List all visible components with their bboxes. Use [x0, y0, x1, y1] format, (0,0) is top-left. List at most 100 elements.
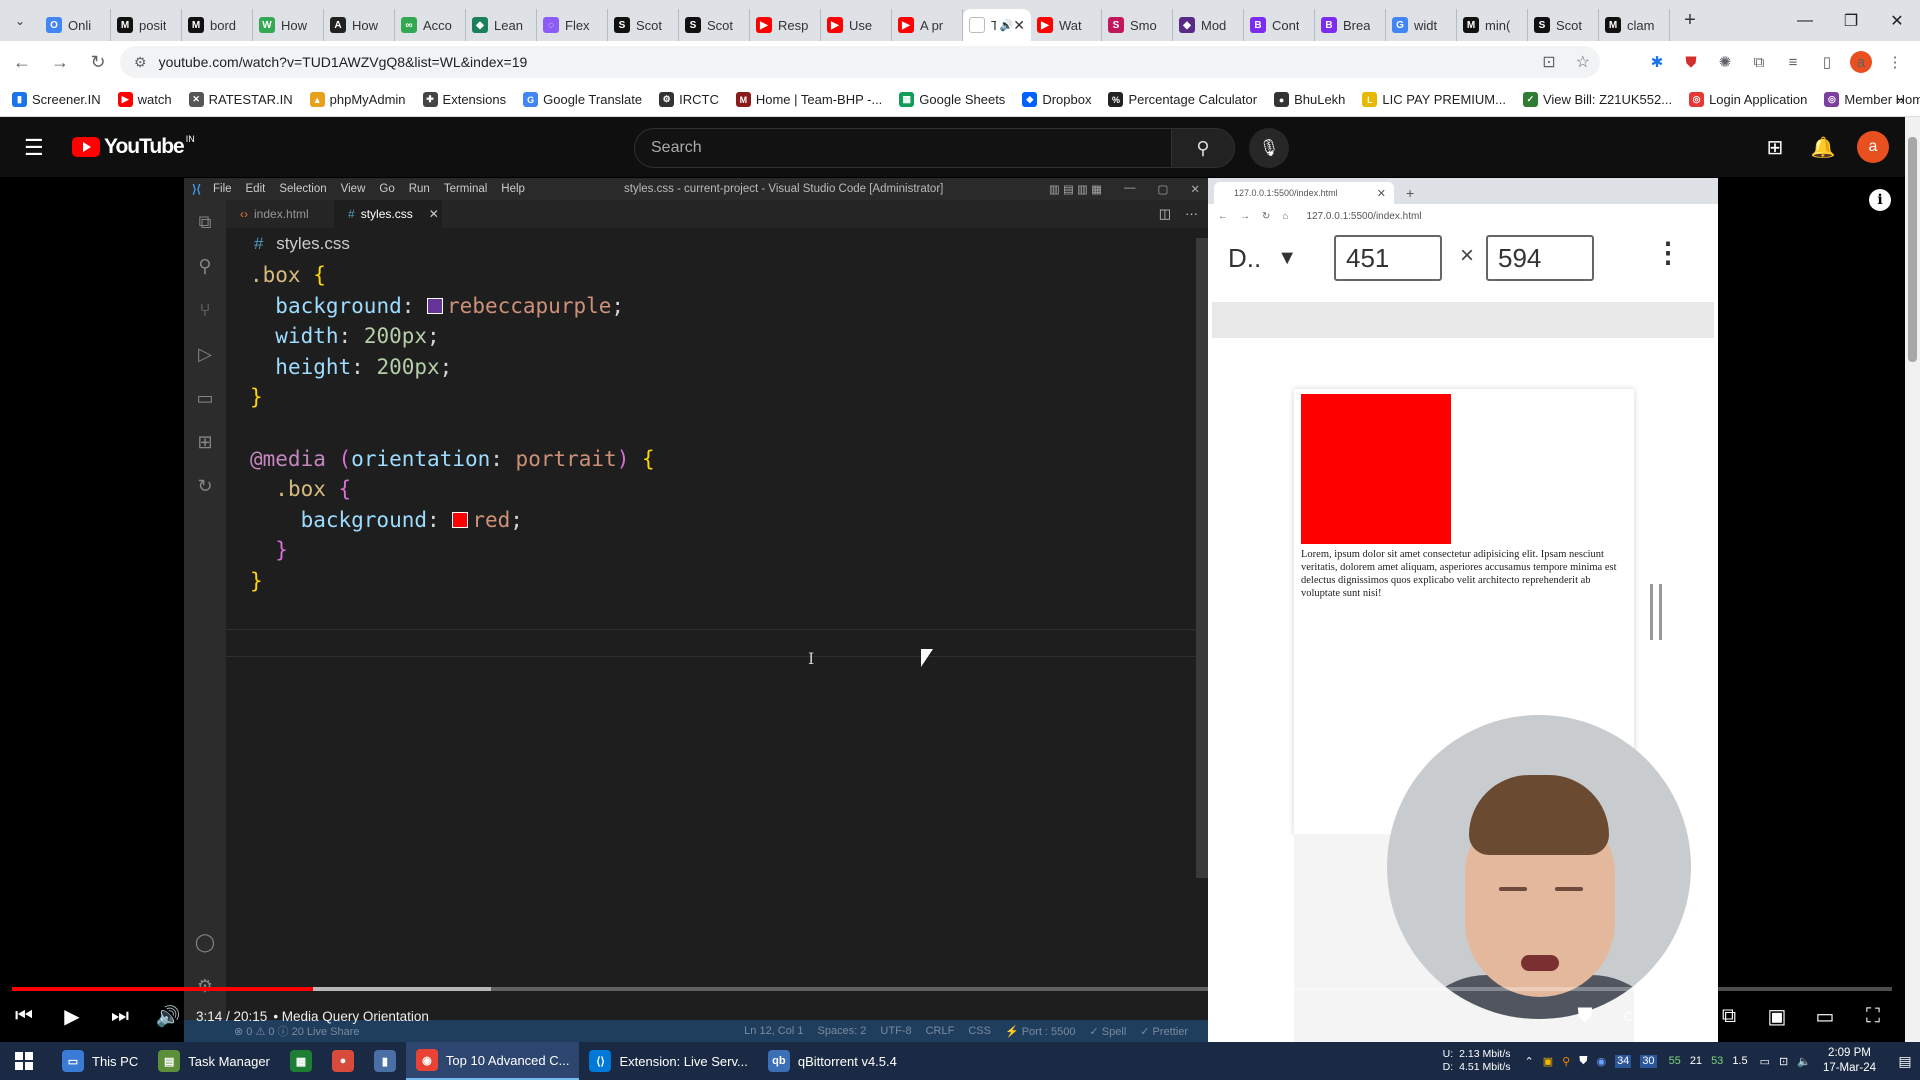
tray-number[interactable]: 55 [1669, 1055, 1681, 1067]
video-progress-bar[interactable] [12, 987, 1892, 991]
scrollbar-thumb[interactable] [1908, 137, 1917, 362]
bookmark-item[interactable]: ▶ watch [117, 92, 172, 107]
address-bar[interactable]: ⚙ youtube.com/watch?v=TUD1AWZVgQ8&list=W… [120, 46, 1600, 78]
media-control-icon[interactable]: ≡ [1782, 51, 1804, 73]
start-button[interactable] [0, 1042, 48, 1080]
previous-icon[interactable]: ⏮ [0, 995, 48, 1037]
tray-calendar-icon[interactable]: 34 [1615, 1054, 1632, 1068]
browser-tab[interactable]: Mbord [182, 9, 253, 41]
browser-tab[interactable]: Mmin( [1457, 9, 1528, 41]
browser-tab[interactable]: Gwidt [1386, 9, 1457, 41]
voice-search-microphone-icon[interactable]: 🎙 [1249, 128, 1289, 168]
chrome-menu-icon[interactable]: ⋮ [1884, 51, 1906, 73]
battery-icon[interactable]: ▭ [1760, 1055, 1770, 1068]
browser-tab[interactable]: Mposit [111, 9, 182, 41]
show-hidden-icons-icon[interactable]: ⌃ [1525, 1055, 1534, 1068]
tray-app-icon[interactable]: ▣ [1543, 1055, 1553, 1068]
theater-mode-icon[interactable]: ▭ [1801, 995, 1849, 1037]
bookmark-star-icon[interactable]: ☆ [1576, 52, 1590, 72]
bookmark-item[interactable]: ✕ RATESTAR.IN [188, 92, 293, 107]
browser-tab[interactable]: Mclam [1599, 9, 1670, 41]
video-player[interactable]: ⟩⟨ File Edit Selection View Go Run Terminal Hel… [0, 177, 1905, 1042]
bookmark-item[interactable]: % Percentage Calculator [1108, 92, 1257, 107]
tray-shield-icon[interactable]: ⛊ [1579, 1055, 1587, 1068]
search-button[interactable]: ⚲ [1171, 128, 1235, 168]
tab-search-chevron-icon[interactable]: ⌄ [0, 0, 40, 41]
fullscreen-icon[interactable]: ⛶ [1849, 995, 1897, 1037]
browser-tab[interactable]: ▶ Use [821, 9, 892, 41]
tray-calendar-icon[interactable]: 30 [1640, 1054, 1657, 1068]
tray-number[interactable]: 1.5 [1732, 1055, 1747, 1067]
browser-tab[interactable]: ◆ Mod [1173, 9, 1244, 41]
back-icon[interactable]: ← [6, 46, 38, 78]
browser-tab[interactable]: ◆ Lean [466, 9, 537, 41]
clock[interactable]: 2:09 PM 17-Mar-24 [1823, 1046, 1876, 1076]
profile-avatar[interactable]: a [1850, 51, 1872, 73]
browser-tab[interactable]: W How [253, 9, 324, 41]
settings-gear-icon[interactable]: ⚙ [1657, 995, 1705, 1037]
close-tab-icon[interactable]: ✕ [1013, 17, 1025, 34]
taskbar-app[interactable]: ◉ Top 10 Advanced C... [405, 1042, 580, 1080]
browser-tab[interactable]: S Scot [679, 9, 750, 41]
subtitles-cc-icon[interactable]: CC [1609, 995, 1657, 1037]
tab-audio-icon[interactable]: 🔊 [1000, 19, 1014, 32]
youtube-logo[interactable]: YouTube IN [72, 134, 195, 159]
taskbar-app[interactable]: ▦ [280, 1042, 322, 1080]
restore-icon[interactable]: ❐ [1828, 0, 1874, 41]
browser-tab[interactable]: O Onli [40, 9, 111, 41]
side-panel-icon[interactable]: ▯ [1816, 51, 1838, 73]
new-tab-button[interactable]: + [1670, 5, 1710, 37]
network-icon[interactable]: ⊡ [1779, 1055, 1788, 1068]
install-app-icon[interactable]: ⊡ [1542, 52, 1555, 72]
page-scrollbar[interactable] [1905, 117, 1920, 1042]
shield-extension-icon[interactable]: ⛊ [1680, 51, 1702, 73]
puzzle-icon[interactable]: ⧉ [1748, 51, 1770, 73]
volume-icon[interactable]: 🔊 [144, 995, 192, 1037]
bookmark-item[interactable]: ◆ Dropbox [1022, 92, 1091, 107]
bug-extension-icon[interactable]: ✺ [1714, 51, 1736, 73]
video-info-icon[interactable]: i [1869, 189, 1891, 211]
close-window-icon[interactable]: ✕ [1874, 0, 1920, 41]
bookmark-item[interactable]: ● BhuLekh [1274, 92, 1345, 107]
taskbar-app[interactable]: ▭ This PC [52, 1042, 148, 1080]
browser-tab[interactable]: S Scot [608, 9, 679, 41]
tray-search-icon[interactable]: ⚲ [1562, 1055, 1570, 1068]
minimize-icon[interactable]: — [1782, 0, 1828, 41]
browser-tab[interactable]: Tc 🔊✕ [963, 9, 1031, 41]
bookmark-item[interactable]: ◎ Member Home [1824, 92, 1920, 107]
browser-tab[interactable]: ∞ Acco [395, 9, 466, 41]
extension-icon[interactable]: ✱ [1646, 51, 1668, 73]
site-info-icon[interactable]: ⚙ [134, 54, 147, 71]
search-input[interactable]: Search [634, 128, 1172, 168]
hamburger-menu-icon[interactable]: ☰ [24, 135, 44, 161]
forward-icon[interactable]: → [44, 46, 76, 78]
account-avatar[interactable]: a [1857, 131, 1889, 163]
picture-in-picture-icon[interactable]: ▣ [1753, 995, 1801, 1037]
reload-icon[interactable]: ↻ [82, 46, 114, 78]
browser-tab[interactable]: S Scot [1528, 9, 1599, 41]
miniplayer-icon[interactable]: ⧉ [1705, 995, 1753, 1037]
bookmark-item[interactable]: L LIC PAY PREMIUM... [1362, 92, 1506, 107]
browser-tab[interactable]: ▶ Wat [1031, 9, 1102, 41]
tray-globe-icon[interactable]: ◉ [1596, 1055, 1606, 1068]
notifications-icon[interactable]: ▤ [1890, 1053, 1920, 1070]
taskbar-app[interactable]: ⟨⟩ Extension: Live Serv... [579, 1042, 757, 1080]
bookmark-item[interactable]: ✚ Extensions [422, 92, 506, 107]
browser-tab[interactable]: ▶ Resp [750, 9, 821, 41]
browser-tab[interactable]: ◌ Flex [537, 9, 608, 41]
create-video-icon[interactable]: ⊞ [1761, 129, 1789, 165]
taskbar-app[interactable]: ▤ Task Manager [148, 1042, 280, 1080]
bookmark-item[interactable]: ▲ phpMyAdmin [309, 92, 406, 107]
bookmark-item[interactable]: M Home | Team-BHP -... [735, 92, 882, 107]
bookmark-item[interactable]: ▮ Screener.IN [12, 92, 101, 107]
browser-tab[interactable]: ▶ A pr [892, 9, 963, 41]
sponsor-shield-icon[interactable]: ⛊ [1561, 995, 1609, 1037]
browser-tab[interactable]: S Smo [1102, 9, 1173, 41]
browser-tab[interactable]: B Brea [1315, 9, 1386, 41]
next-icon[interactable]: ⏭ [96, 995, 144, 1037]
tray-number[interactable]: 21 [1690, 1055, 1702, 1067]
bookmark-item[interactable]: ▦ Google Sheets [899, 92, 1005, 107]
bookmark-item[interactable]: G Google Translate [523, 92, 642, 107]
notifications-bell-icon[interactable]: 🔔 [1809, 129, 1837, 165]
chapter-title[interactable]: • Media Query Orientation [273, 1009, 429, 1024]
